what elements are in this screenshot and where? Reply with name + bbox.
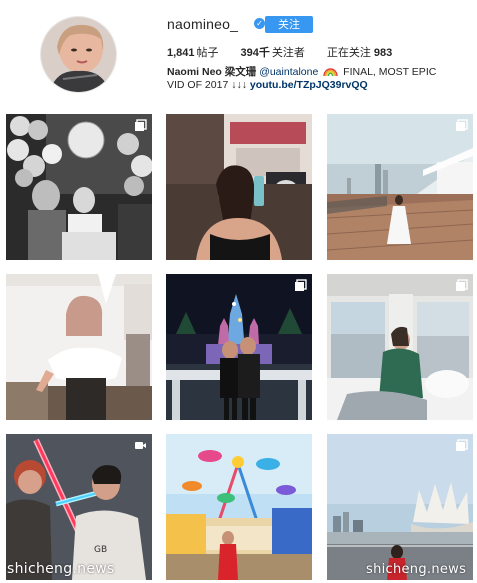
chinese-name: 梁文珊 [224,66,257,78]
post-tile[interactable] [327,114,473,260]
post-tile[interactable] [6,114,152,260]
following-label: 正在关注 [326,46,371,59]
bio-line1-text: FINAL, MOST EPIC [343,66,437,78]
rainbow-icon [323,67,338,77]
boardwalk-photo [327,114,473,260]
profile-page: naomineo_ ✓ 关注 1,841 帖子 394千 关注者 正在关注 983 N… [0,0,477,583]
lightsaber-video: GB [6,434,152,580]
profile-bio: Naomi Neo 梁文珊 @uaintalone FINAL, MOST EP… [167,66,467,92]
multi-image-icon [456,439,468,451]
following-stat[interactable]: 正在关注 983 [327,44,392,60]
followers-count: 394千 [240,47,270,59]
multi-image-icon [295,279,307,291]
full-name: Naomi Neo [167,66,222,78]
multi-image-icon [135,119,147,131]
video-camera-icon [135,442,146,449]
verified-badge-icon: ✓ [254,18,265,29]
window-seat-photo [327,274,473,420]
post-tile[interactable] [327,434,473,580]
birthday-photo [6,114,152,260]
post-tile[interactable] [6,274,152,420]
white-top-portrait [6,274,152,420]
post-tile[interactable] [166,274,312,420]
followers-stat[interactable]: 394千 关注者 [241,44,305,60]
post-tile[interactable] [166,114,312,260]
watermark-left: shicheng.news [7,561,115,577]
profile-avatar[interactable] [40,16,117,93]
multi-image-icon [456,119,468,131]
profile-stats: 1,841 帖子 394千 关注者 正在关注 983 [167,44,414,60]
castle-couple-photo [166,274,312,420]
bio-youtube-link[interactable]: youtu.be/TZpJQ39rvQQ [250,79,368,91]
follow-button[interactable]: 关注 [265,16,313,33]
post-tile[interactable] [166,434,312,580]
followers-label: 关注者 [271,46,305,59]
posts-stat: 1,841 帖子 [167,44,219,60]
artscience-museum-photo [327,434,473,580]
multi-image-icon [456,279,468,291]
following-count: 983 [373,47,393,59]
bio-mention-link[interactable]: @uaintalone [259,66,318,78]
posts-label: 帖子 [196,46,219,59]
svg-text:GB: GB [94,545,107,555]
post-tile[interactable] [327,274,473,420]
profile-username: naomineo_ [167,16,239,32]
mirror-selfie [166,114,312,260]
carnival-photo [166,434,312,580]
post-tile[interactable]: GB [6,434,152,580]
bio-line2-text: VID OF 2017 ↓↓↓ [167,79,247,91]
watermark-right: shicheng.news [366,562,467,577]
posts-count: 1,841 [167,47,195,59]
